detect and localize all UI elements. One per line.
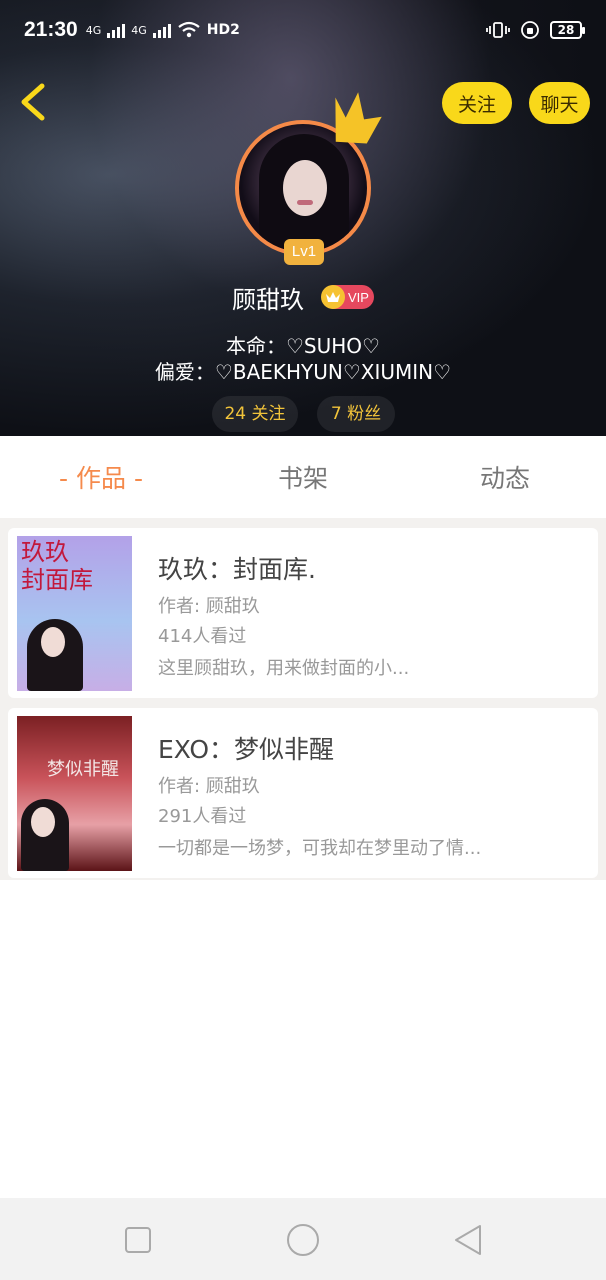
status-time: 21:30 [24, 18, 78, 41]
vibrate-icon [486, 22, 510, 38]
list-item[interactable]: 梦似非醒 EXO：梦似非醒 作者: 顾甜玖 291人看过 一切都是一场梦，可我却… [8, 708, 598, 878]
alarm-icon [521, 21, 539, 39]
circle-icon [287, 1224, 319, 1256]
status-right-icons: 28 [486, 20, 585, 40]
signal-icon [107, 22, 126, 38]
status-bar: 21:30 4G 4G HD2 28 [0, 0, 606, 60]
book-author: 作者: 顾甜玖 [158, 596, 260, 617]
avatar-face [283, 160, 327, 216]
wifi-label: HD2 [206, 22, 240, 38]
back-nav-button[interactable] [450, 1222, 486, 1258]
book-summary: 一切都是一场梦，可我却在梦里动了情... [158, 838, 482, 859]
profile-tabs: - 作品 - 书架 动态 [0, 436, 606, 518]
network-type-2: 4G [131, 23, 147, 37]
level-badge: Lv1 [284, 239, 324, 265]
following-count[interactable]: 24 关注 [212, 396, 298, 432]
back-button[interactable] [14, 80, 54, 124]
crown-icon [335, 92, 382, 144]
vip-label: VIP [348, 289, 369, 305]
battery-indicator: 28 [550, 21, 585, 39]
vip-crown-icon [321, 285, 345, 309]
book-cover: 玖玖 封面库 [17, 536, 132, 691]
chevron-left-icon [21, 83, 45, 121]
follow-button[interactable]: 关注 [442, 82, 512, 124]
square-icon [125, 1227, 151, 1253]
wifi-icon [178, 21, 200, 38]
chat-button[interactable]: 聊天 [529, 82, 590, 124]
book-cover: 梦似非醒 [17, 716, 132, 871]
book-author: 作者: 顾甜玖 [158, 776, 260, 797]
cover-text: 玖玖 封面库 [21, 538, 93, 594]
home-button[interactable] [285, 1222, 321, 1258]
avatar-lips [297, 200, 313, 205]
username: 顾甜玖 [232, 286, 304, 314]
vip-badge: VIP [321, 285, 374, 309]
fans-count[interactable]: 7 粉丝 [317, 396, 395, 432]
book-views: 291人看过 [158, 806, 247, 827]
cover-face [41, 627, 65, 657]
signal-icon-2 [152, 22, 171, 38]
bio-line-1: 本命：♡SUHO♡ [226, 334, 380, 358]
triangle-back-icon [455, 1225, 481, 1255]
list-item[interactable]: 玖玖 封面库 玖玖：封面库. 作者: 顾甜玖 414人看过 这里顾甜玖，用来做封… [8, 528, 598, 698]
bio-line-2: 偏爱：♡BAEKHYUN♡XIUMIN♡ [154, 360, 452, 384]
network-type-1: 4G [85, 23, 102, 37]
profile-header: 21:30 4G 4G HD2 28 关注 聊天 Lv1 顾甜玖 VIP 本命：… [0, 0, 606, 436]
tab-activity[interactable]: 动态 [404, 436, 606, 518]
book-views: 414人看过 [158, 626, 247, 647]
recent-apps-button[interactable] [120, 1222, 156, 1258]
book-title: EXO：梦似非醒 [158, 735, 335, 764]
tab-works[interactable]: - 作品 - [0, 436, 202, 518]
book-summary: 这里顾甜玖，用来做封面的小... [158, 658, 410, 679]
tab-bookshelf[interactable]: 书架 [202, 436, 404, 518]
book-title: 玖玖：封面库. [158, 555, 316, 584]
signal-indicators: 4G 4G HD2 [86, 21, 240, 39]
cover-text: 梦似非醒 [47, 759, 119, 780]
cover-face [31, 807, 55, 837]
system-nav-bar [0, 1198, 606, 1280]
